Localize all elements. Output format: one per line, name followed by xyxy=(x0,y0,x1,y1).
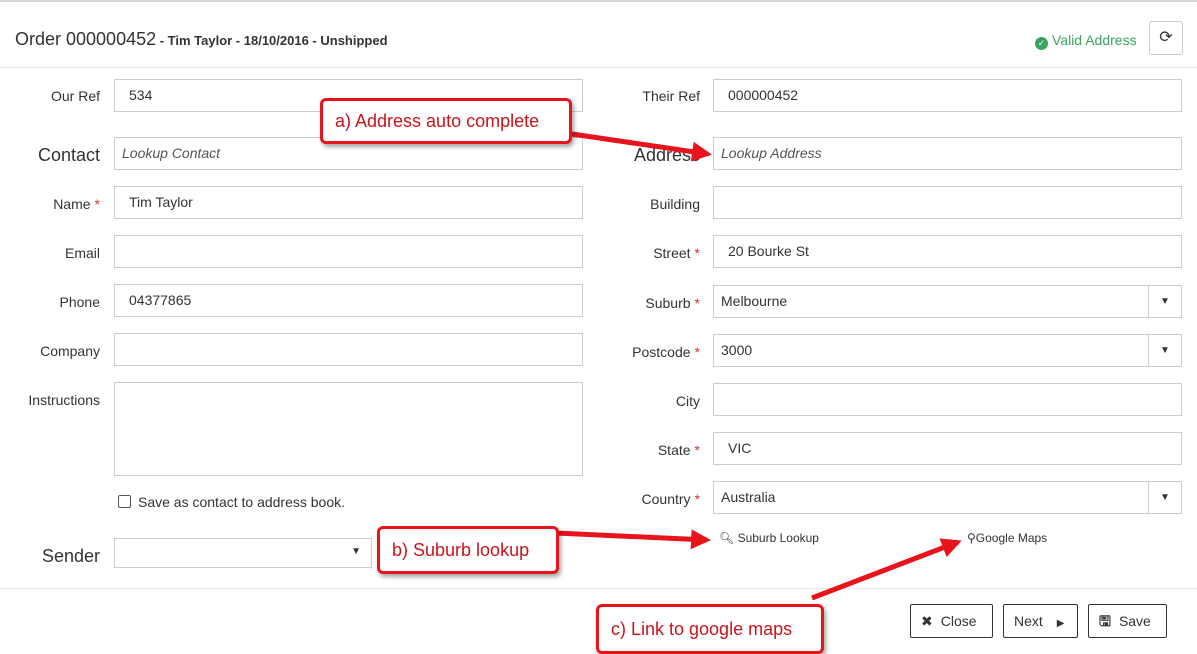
annotation-suburb-lookup: b) Suburb lookup xyxy=(377,526,559,574)
annotation-address-autocomplete: a) Address auto complete xyxy=(320,98,572,144)
annotation-google-maps: c) Link to google maps xyxy=(596,604,824,654)
arrow-b xyxy=(555,529,711,550)
arrow-c xyxy=(811,538,962,601)
arrow-a xyxy=(571,131,712,162)
annotation-arrows xyxy=(555,131,962,601)
